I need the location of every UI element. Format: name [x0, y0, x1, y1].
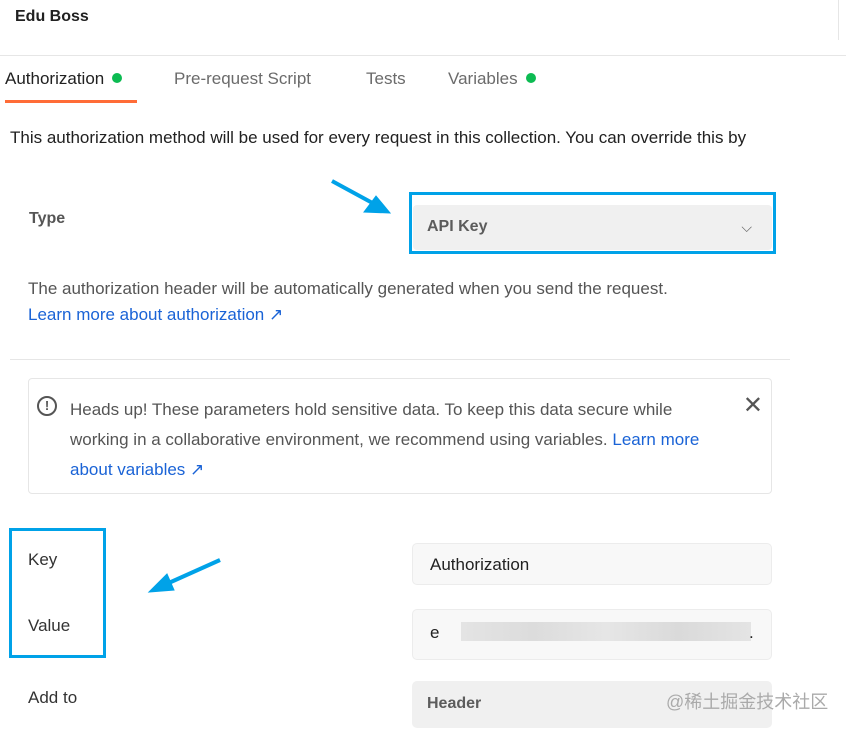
value-text: e	[430, 623, 440, 642]
key-value: Authorization	[430, 555, 530, 574]
redacted-value	[461, 622, 751, 641]
alert-text: Heads up! These parameters hold sensitiv…	[70, 395, 730, 485]
arrow-icon	[147, 558, 221, 593]
info-icon: !	[37, 396, 57, 416]
sensitive-data-alert: ! Heads up! These parameters hold sensit…	[28, 378, 772, 494]
watermark: @稀土掘金技术社区	[666, 692, 829, 712]
value-input[interactable]: e .	[412, 609, 772, 660]
help-text: The authorization header will be automat…	[28, 279, 668, 298]
close-icon[interactable]: ✕	[743, 394, 763, 418]
annotation-box	[9, 528, 106, 658]
alert-message: Heads up! These parameters hold sensitiv…	[70, 400, 673, 449]
learn-more-authorization-link[interactable]: Learn more about authorization ↗	[28, 305, 283, 325]
key-input[interactable]: Authorization	[412, 543, 772, 585]
addto-label: Add to	[28, 688, 78, 707]
divider	[10, 359, 790, 360]
addto-value: Header	[427, 695, 482, 712]
arrow-icon	[331, 179, 392, 214]
value-text: .	[749, 623, 754, 642]
